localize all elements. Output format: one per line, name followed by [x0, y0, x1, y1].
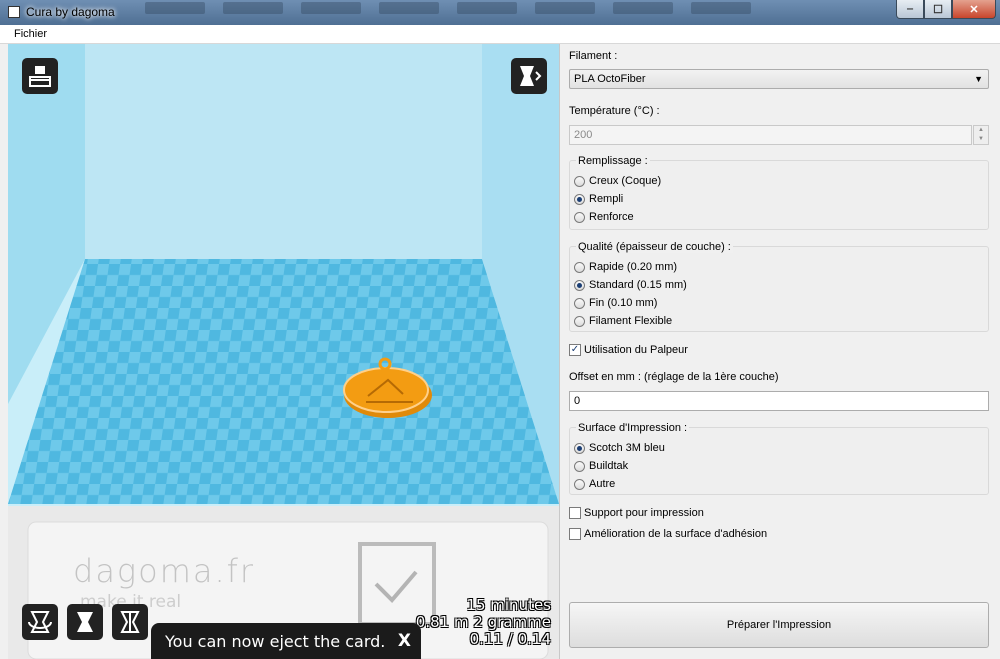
option-label: Rapide (0.20 mm) — [589, 261, 678, 273]
radio-icon — [574, 211, 585, 223]
infill-group: Remplissage : Creux (Coque) Rempli Renfo… — [569, 155, 989, 230]
window-title: Cura by dagoma — [26, 5, 115, 19]
notification-close-button[interactable]: X — [398, 631, 411, 651]
title-bar: Cura by dagoma ‒ ☐ ✕ — [0, 0, 1000, 25]
load-icon — [29, 66, 51, 87]
option-label: Fin (0.10 mm) — [589, 297, 658, 309]
settings-panel: Filament : PLA OctoFiber ▼ Température (… — [559, 44, 1000, 659]
mirror-button[interactable] — [112, 604, 148, 640]
prepare-print-button[interactable]: Préparer l'Impression — [569, 602, 989, 648]
adhesion-label: Amélioration de la surface d'adhésion — [584, 528, 768, 540]
filament-value: PLA OctoFiber — [574, 73, 646, 85]
support-label: Support pour impression — [584, 507, 704, 519]
scale-icon — [77, 612, 93, 632]
option-label: Filament Flexible — [589, 315, 673, 327]
temperature-label: Température (°C) : — [569, 105, 660, 117]
probe-label: Utilisation du Palpeur — [584, 344, 688, 356]
rotate-icon — [28, 611, 52, 633]
build-plate — [8, 259, 559, 504]
window-controls: ‒ ☐ ✕ — [896, 0, 996, 19]
app-icon — [8, 6, 20, 18]
infill-option-full[interactable]: Rempli — [574, 193, 623, 205]
quality-title: Qualité (épaisseur de couche) : — [576, 241, 733, 253]
filament-label: Filament : — [569, 50, 618, 62]
radio-icon — [574, 175, 585, 187]
surface-option-other[interactable]: Autre — [574, 478, 615, 490]
back-wall — [85, 44, 482, 259]
temperature-stepper[interactable]: ▲ ▼ — [973, 125, 989, 145]
minimize-button[interactable]: ‒ — [896, 0, 924, 19]
cost-estimate: 0.11 / 0.14 — [469, 630, 551, 648]
option-label: Buildtak — [589, 460, 629, 472]
probe-checkbox[interactable]: ✓ Utilisation du Palpeur — [569, 344, 688, 356]
checkbox-checked-icon: ✓ — [569, 344, 581, 356]
quality-option-fine[interactable]: Fin (0.10 mm) — [574, 297, 657, 309]
offset-input[interactable]: 0 — [569, 391, 989, 411]
printed-object — [343, 367, 429, 413]
offset-label: Offset en mm : (réglage de la 1ère couch… — [569, 371, 779, 383]
support-checkbox[interactable]: Support pour impression — [569, 507, 704, 519]
option-label: Creux (Coque) — [589, 175, 662, 187]
infill-option-hollow[interactable]: Creux (Coque) — [574, 175, 661, 187]
option-label: Scotch 3M bleu — [589, 442, 665, 454]
surface-group: Surface d'Impression : Scotch 3M bleu Bu… — [569, 422, 989, 495]
model-tools — [22, 604, 148, 640]
filament-select[interactable]: PLA OctoFiber ▼ — [569, 69, 989, 89]
view-mode-button[interactable] — [511, 58, 547, 94]
rotate-button[interactable] — [22, 604, 58, 640]
close-button[interactable]: ✕ — [952, 0, 996, 19]
surface-option-buildtak[interactable]: Buildtak — [574, 460, 628, 472]
infill-option-reinforced[interactable]: Renforce — [574, 211, 634, 223]
option-label: Autre — [589, 478, 616, 490]
3d-viewport[interactable]: dagoma.fr make it real 15 minutes 0.81 m… — [8, 44, 559, 659]
radio-icon — [574, 261, 585, 273]
print-stats: 15 minutes 0.81 m 2 gramme 0.11 / 0.14 — [416, 597, 551, 648]
radio-icon — [574, 315, 585, 327]
surface-option-scotch[interactable]: Scotch 3M bleu — [574, 442, 665, 454]
radio-selected-icon — [574, 442, 585, 454]
quality-option-fast[interactable]: Rapide (0.20 mm) — [574, 261, 677, 273]
option-label: Standard (0.15 mm) — [589, 279, 687, 291]
radio-icon — [574, 478, 585, 490]
view-icon — [520, 66, 542, 86]
infill-title: Remplissage : — [576, 155, 650, 167]
menu-bar: Fichier — [0, 25, 1000, 44]
checkbox-icon — [569, 507, 581, 519]
quality-option-flexible[interactable]: Filament Flexible — [574, 315, 672, 327]
radio-icon — [574, 297, 585, 309]
print-time: 15 minutes — [466, 596, 551, 614]
filament-usage: 0.81 m 2 gramme — [415, 613, 551, 631]
checkbox-icon — [569, 528, 581, 540]
scale-button[interactable] — [67, 604, 103, 640]
printer-brand: dagoma.fr — [73, 552, 256, 590]
temperature-input[interactable]: 200 — [569, 125, 972, 145]
notification-text: You can now eject the card. — [165, 631, 386, 651]
surface-title: Surface d'Impression : — [576, 422, 690, 434]
menu-file[interactable]: Fichier — [14, 28, 47, 40]
load-model-button[interactable] — [22, 58, 58, 94]
chevron-down-icon: ▼ — [974, 74, 983, 84]
eject-notification: You can now eject the card. X — [151, 623, 421, 659]
background-taskbar — [145, 2, 865, 18]
radio-icon — [574, 460, 585, 472]
option-label: Rempli — [589, 193, 624, 205]
mirror-icon — [120, 611, 140, 633]
option-label: Renforce — [589, 211, 634, 223]
adhesion-checkbox[interactable]: Amélioration de la surface d'adhésion — [569, 528, 767, 540]
radio-selected-icon — [574, 193, 585, 205]
maximize-button[interactable]: ☐ — [924, 0, 952, 19]
radio-selected-icon — [574, 279, 585, 291]
quality-group: Qualité (épaisseur de couche) : Rapide (… — [569, 241, 989, 332]
quality-option-standard[interactable]: Standard (0.15 mm) — [574, 279, 687, 291]
